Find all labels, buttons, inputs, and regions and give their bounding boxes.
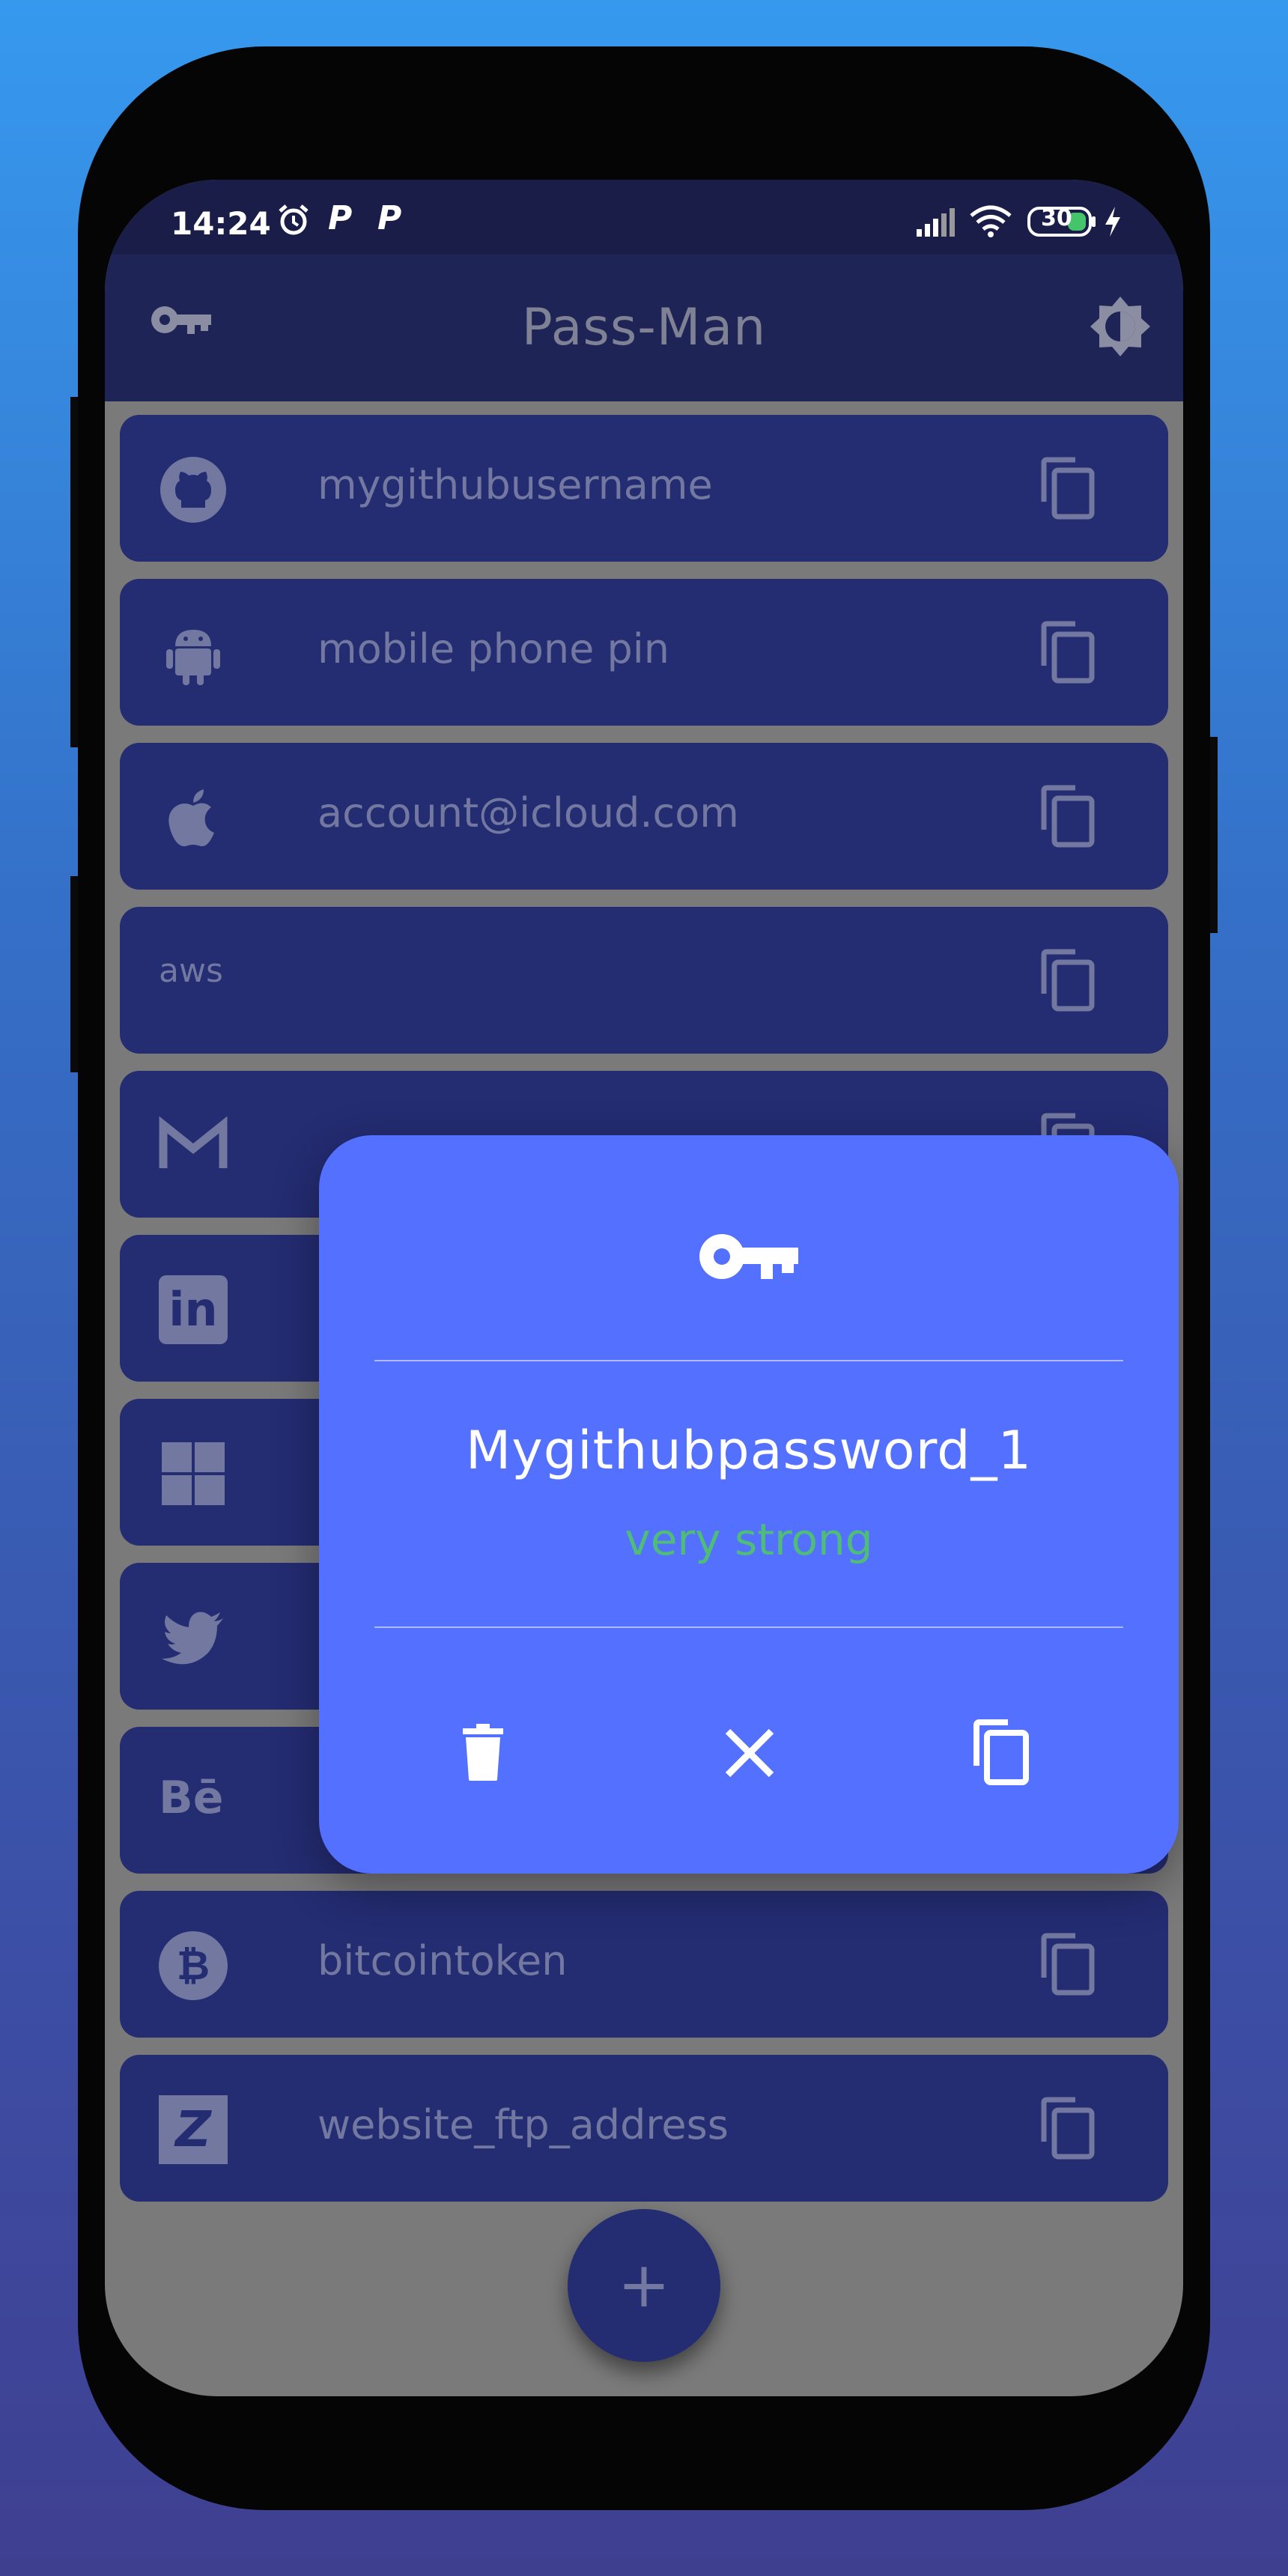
page-title: Pass-Man	[521, 298, 767, 357]
copy-icon[interactable]	[1036, 949, 1096, 1015]
apple-icon	[159, 783, 228, 852]
behance-icon-text: Bē	[159, 1772, 224, 1824]
copy-icon[interactable]	[1036, 1933, 1096, 1999]
entry-label: website_ftp_address	[318, 2101, 729, 2148]
bitcoin-icon: ₿	[159, 1931, 228, 2000]
android-icon	[159, 619, 228, 688]
battery-level: 30	[1041, 205, 1072, 231]
aws-icon: aws	[159, 952, 228, 1021]
status-time: 14:24	[171, 205, 271, 242]
delete-icon	[460, 1724, 506, 1784]
copy-icon[interactable]	[1036, 621, 1096, 687]
filezilla-icon-text: Z	[175, 2100, 211, 2158]
divider	[374, 1626, 1123, 1628]
delete-button[interactable]	[434, 1704, 532, 1802]
list-item[interactable]: mygithubusername	[120, 415, 1168, 562]
aws-icon-text: aws	[159, 952, 223, 990]
github-icon	[159, 455, 228, 524]
entry-label: mobile phone pin	[318, 625, 669, 672]
password-text: Mygithubpassword_1	[465, 1420, 1033, 1481]
entry-label: account@icloud.com	[318, 789, 739, 836]
twitter-icon	[159, 1603, 228, 1672]
status-bar: 14:24 P P 30	[105, 180, 1183, 255]
strength-label: very strong	[625, 1514, 873, 1565]
filezilla-icon: Z	[159, 2095, 228, 2164]
windows-icon	[159, 1439, 228, 1508]
signal-icon	[915, 207, 956, 240]
theme-toggle-icon[interactable]	[1089, 295, 1152, 361]
divider	[374, 1360, 1123, 1361]
list-item[interactable]: Z website_ftp_address	[120, 2055, 1168, 2202]
entry-label: mygithubusername	[318, 461, 713, 508]
p-notification-icon: P	[328, 199, 353, 237]
wifi-icon	[969, 205, 1012, 241]
close-button[interactable]	[701, 1704, 798, 1802]
phone-screen: 14:24 P P 30 Pass-Man mygithubusername m…	[105, 180, 1183, 2396]
behance-icon: Bē	[159, 1772, 228, 1841]
password-dialog: Mygithubpassword_1 very strong	[319, 1135, 1179, 1874]
copy-icon	[970, 1719, 1030, 1788]
copy-button[interactable]	[954, 1704, 1051, 1802]
app-bar: Pass-Man	[105, 255, 1183, 401]
close-icon	[723, 1727, 776, 1782]
copy-icon[interactable]	[1036, 457, 1096, 523]
entry-label: bitcointoken	[318, 1937, 568, 1984]
gmail-icon	[159, 1111, 228, 1180]
linkedin-icon-text: in	[168, 1282, 218, 1337]
list-item[interactable]: mobile phone pin	[120, 579, 1168, 726]
add-entry-button[interactable]: +	[568, 2209, 720, 2362]
copy-icon[interactable]	[1036, 2097, 1096, 2163]
key-icon	[698, 1227, 800, 1289]
copy-icon[interactable]	[1036, 785, 1096, 851]
linkedin-icon: in	[159, 1275, 228, 1344]
list-item[interactable]: aws	[120, 907, 1168, 1054]
add-icon: +	[617, 2248, 671, 2321]
p-notification-icon: P	[377, 199, 402, 237]
charging-icon	[1102, 205, 1123, 241]
list-item[interactable]: ₿ bitcointoken	[120, 1891, 1168, 2038]
bitcoin-icon-text: ₿	[176, 1942, 210, 1989]
alarm-icon	[276, 202, 312, 241]
list-item[interactable]: account@icloud.com	[120, 743, 1168, 890]
